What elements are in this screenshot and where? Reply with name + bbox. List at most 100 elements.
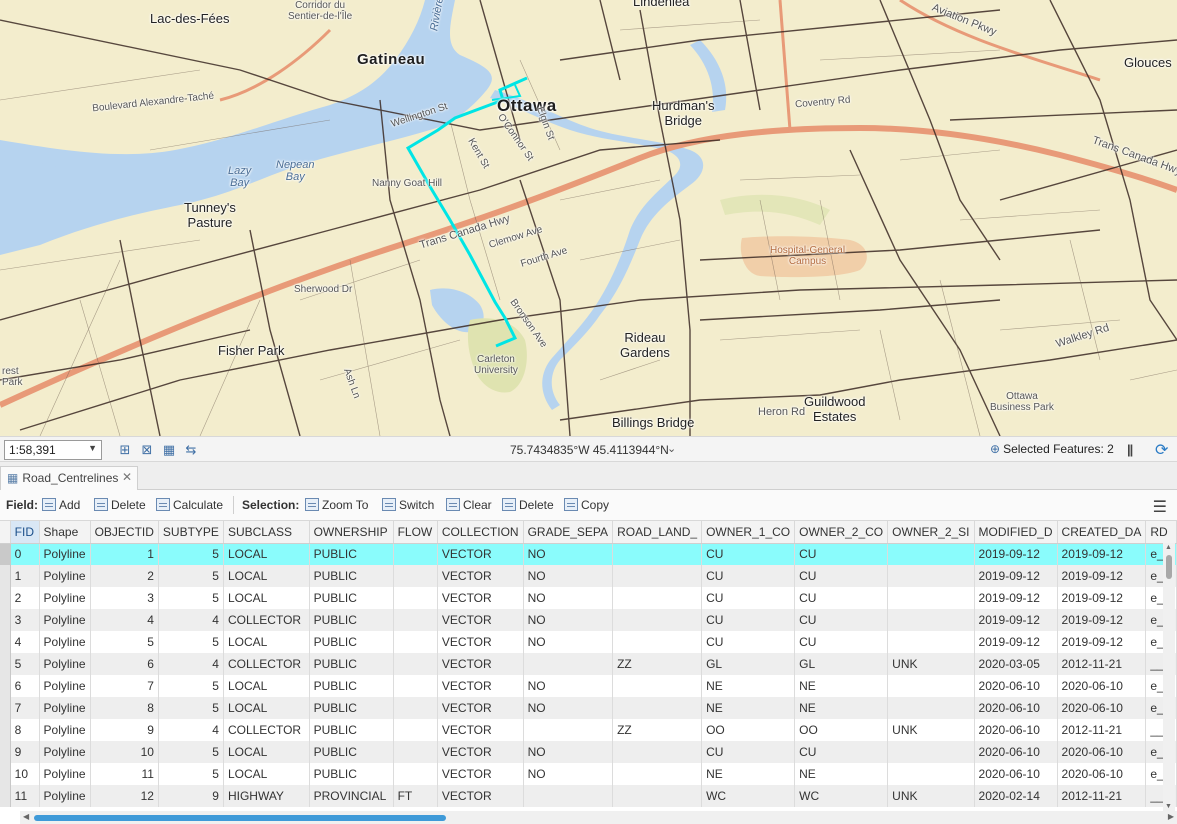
table-row[interactable]: 2 Polyline 3 5 LOCAL PUBLIC VECTOR NO CU CU 2019-0… xyxy=(0,587,1177,609)
selected-features-indicator[interactable]: ⊕ Selected Features: 2 xyxy=(990,442,1114,456)
table-cell-subclass[interactable]: COLLECTOR xyxy=(223,609,310,631)
constraints-icon[interactable]: ⊠ xyxy=(138,441,156,459)
table-cell-road-land-[interactable] xyxy=(612,609,703,631)
map-view[interactable]: Lac-des-Fées Corridor du Sentier-de-l'Îl… xyxy=(0,0,1177,436)
table-row[interactable]: 10 Polyline 11 5 LOCAL PUBLIC VECTOR NO NE NE 2020… xyxy=(0,763,1177,785)
table-cell-subclass[interactable]: LOCAL xyxy=(223,587,310,609)
table-cell-shape[interactable]: Polyline xyxy=(39,741,91,763)
table-cell-fid[interactable]: 0 xyxy=(10,543,40,565)
table-cell-modified-d[interactable]: 2020-02-14 xyxy=(974,785,1058,807)
close-icon[interactable]: ✕ xyxy=(122,470,132,484)
table-cell-shape[interactable]: Polyline xyxy=(39,587,91,609)
table-cell-modified-d[interactable]: 2020-06-10 xyxy=(974,741,1058,763)
table-cell-collection[interactable]: VECTOR xyxy=(437,631,524,653)
table-cell-shape[interactable]: Polyline xyxy=(39,785,91,807)
hamburger-menu-icon[interactable]: ☰ xyxy=(1153,497,1167,517)
table-cell-subclass[interactable]: LOCAL xyxy=(223,543,310,565)
table-cell-flow[interactable] xyxy=(393,741,438,763)
horizontal-scroll-thumb[interactable] xyxy=(34,815,446,821)
table-cell-objectid[interactable]: 3 xyxy=(90,587,159,609)
table-cell-objectid[interactable]: 6 xyxy=(90,653,159,675)
table-cell-fid[interactable]: 6 xyxy=(10,675,40,697)
table-cell-ownership[interactable]: PUBLIC xyxy=(309,763,394,785)
table-cell-subtype[interactable]: 4 xyxy=(158,653,224,675)
table-cell-ownership[interactable]: PUBLIC xyxy=(309,653,394,675)
table-cell-owner-2-co[interactable]: CU xyxy=(794,543,889,565)
table-cell-created-da[interactable]: 2019-09-12 xyxy=(1057,609,1147,631)
table-cell-fid[interactable]: 1 xyxy=(10,565,40,587)
table-cell-created-da[interactable]: 2019-09-12 xyxy=(1057,565,1147,587)
table-cell-collection[interactable]: VECTOR xyxy=(437,697,524,719)
table-cell-owner-2-si[interactable] xyxy=(887,543,975,565)
table-cell-road-land-[interactable] xyxy=(612,543,703,565)
table-cell-modified-d[interactable]: 2020-06-10 xyxy=(974,719,1058,741)
attribute-table[interactable]: FID Shape OBJECTID SUBTYPE SUBCLASS OWNE… xyxy=(0,521,1177,811)
row-selector[interactable] xyxy=(0,697,11,719)
table-cell-subclass[interactable]: LOCAL xyxy=(223,675,310,697)
table-cell-fid[interactable]: 5 xyxy=(10,653,40,675)
table-cell-owner-1-co[interactable]: CU xyxy=(701,609,796,631)
table-cell-objectid[interactable]: 8 xyxy=(90,697,159,719)
table-cell-collection[interactable]: VECTOR xyxy=(437,741,524,763)
column-header[interactable]: SUBTYPE xyxy=(158,521,224,544)
table-cell-subtype[interactable]: 4 xyxy=(158,719,224,741)
table-cell-grade-sepa[interactable] xyxy=(523,719,614,741)
table-cell-created-da[interactable]: 2019-09-12 xyxy=(1057,543,1147,565)
table-cell-modified-d[interactable]: 2020-06-10 xyxy=(974,763,1058,785)
table-cell-grade-sepa[interactable]: NO xyxy=(523,565,614,587)
column-header[interactable]: OWNERSHIP xyxy=(309,521,394,544)
vertical-scroll-thumb[interactable] xyxy=(1166,555,1172,579)
table-cell-owner-1-co[interactable]: NE xyxy=(701,697,796,719)
row-selector[interactable] xyxy=(0,631,11,653)
calculate-field-button[interactable]: Calculate xyxy=(156,498,223,512)
table-row[interactable]: 5 Polyline 6 4 COLLECTOR PUBLIC VECTOR ZZ GL GL UN… xyxy=(0,653,1177,675)
column-header[interactable]: CREATED_DA xyxy=(1057,521,1147,544)
table-row[interactable]: 4 Polyline 5 5 LOCAL PUBLIC VECTOR NO CU CU 2019-0… xyxy=(0,631,1177,653)
table-cell-owner-2-si[interactable] xyxy=(887,763,975,785)
column-header[interactable]: SUBCLASS xyxy=(223,521,310,544)
table-cell-grade-sepa[interactable]: NO xyxy=(523,543,614,565)
table-cell-shape[interactable]: Polyline xyxy=(39,719,91,741)
table-cell-subtype[interactable]: 5 xyxy=(158,631,224,653)
table-cell-owner-2-si[interactable] xyxy=(887,675,975,697)
row-selector[interactable] xyxy=(0,675,11,697)
table-cell-road-land-[interactable] xyxy=(612,631,703,653)
navigation-icon[interactable]: ⇆ xyxy=(182,441,200,459)
table-cell-objectid[interactable]: 12 xyxy=(90,785,159,807)
column-header[interactable]: FLOW xyxy=(393,521,438,544)
table-cell-objectid[interactable]: 10 xyxy=(90,741,159,763)
table-cell-objectid[interactable]: 5 xyxy=(90,631,159,653)
table-cell-grade-sepa[interactable]: NO xyxy=(523,609,614,631)
table-cell-fid[interactable]: 4 xyxy=(10,631,40,653)
column-header[interactable]: OBJECTID xyxy=(90,521,159,544)
table-cell-collection[interactable]: VECTOR xyxy=(437,675,524,697)
table-cell-subtype[interactable]: 9 xyxy=(158,785,224,807)
table-cell-modified-d[interactable]: 2020-03-05 xyxy=(974,653,1058,675)
table-cell-flow[interactable] xyxy=(393,675,438,697)
table-cell-objectid[interactable]: 11 xyxy=(90,763,159,785)
table-cell-owner-2-si[interactable] xyxy=(887,609,975,631)
table-cell-fid[interactable]: 3 xyxy=(10,609,40,631)
table-cell-shape[interactable]: Polyline xyxy=(39,543,91,565)
table-cell-owner-1-co[interactable]: CU xyxy=(701,543,796,565)
column-header[interactable]: OWNER_1_CO xyxy=(701,521,796,544)
table-cell-subtype[interactable]: 5 xyxy=(158,741,224,763)
column-header[interactable]: FID xyxy=(10,521,40,544)
table-cell-collection[interactable]: VECTOR xyxy=(437,609,524,631)
column-header[interactable]: Shape xyxy=(39,521,91,544)
row-selector[interactable] xyxy=(0,763,11,785)
table-cell-subclass[interactable]: LOCAL xyxy=(223,763,310,785)
table-cell-shape[interactable]: Polyline xyxy=(39,565,91,587)
table-cell-ownership[interactable]: PUBLIC xyxy=(309,543,394,565)
table-cell-flow[interactable]: FT xyxy=(393,785,438,807)
table-cell-collection[interactable]: VECTOR xyxy=(437,785,524,807)
table-cell-road-land-[interactable] xyxy=(612,763,703,785)
table-cell-fid[interactable]: 7 xyxy=(10,697,40,719)
table-cell-flow[interactable] xyxy=(393,609,438,631)
table-cell-subclass[interactable]: COLLECTOR xyxy=(223,719,310,741)
table-cell-subtype[interactable]: 5 xyxy=(158,763,224,785)
table-cell-ownership[interactable]: PUBLIC xyxy=(309,697,394,719)
table-cell-road-land-[interactable] xyxy=(612,785,703,807)
table-cell-owner-2-co[interactable]: WC xyxy=(794,785,889,807)
table-cell-subclass[interactable]: LOCAL xyxy=(223,631,310,653)
